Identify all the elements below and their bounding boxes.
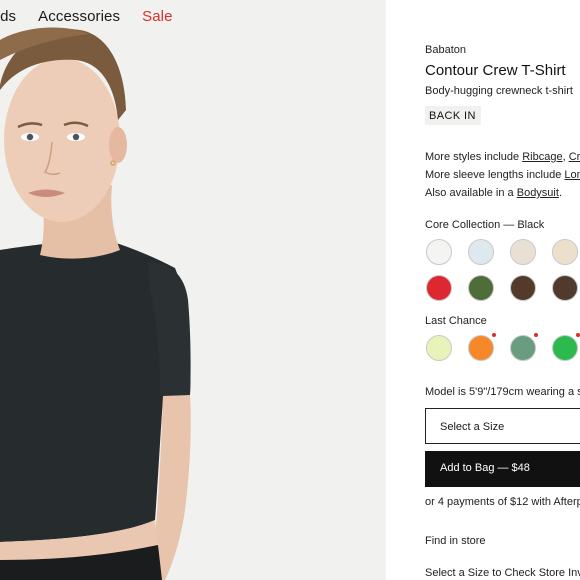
nav-sale-link[interactable]: Sale bbox=[142, 8, 172, 25]
color-swatch[interactable] bbox=[468, 275, 494, 301]
also-available-line: Also available in a Bodysuit. bbox=[425, 187, 562, 199]
low-stock-dot bbox=[534, 333, 538, 337]
more-styles-line: More styles include Ribcage, Crop bbox=[425, 151, 580, 163]
nav-accessories-link[interactable]: Accessories bbox=[38, 8, 120, 25]
low-stock-dot bbox=[492, 333, 496, 337]
color-swatch[interactable] bbox=[426, 335, 452, 361]
color-swatch[interactable] bbox=[426, 275, 452, 301]
sleeve-lengths-line: More sleeve lengths include Long bbox=[425, 169, 580, 181]
color-swatch[interactable] bbox=[426, 239, 452, 265]
model-info: Model is 5'9"/179cm wearing a size S bbox=[425, 386, 580, 398]
color-swatch[interactable] bbox=[552, 275, 578, 301]
nav-brands-link[interactable]: Brands bbox=[0, 8, 16, 25]
product-photo bbox=[0, 0, 386, 580]
product-image-panel: Brands Accessories Sale bbox=[0, 0, 386, 580]
color-swatch[interactable] bbox=[510, 239, 536, 265]
bodysuit-link[interactable]: Bodysuit bbox=[517, 187, 559, 199]
color-swatch[interactable] bbox=[552, 239, 578, 265]
afterpay-info: or 4 payments of $12 with Afterpay bbox=[425, 496, 580, 508]
color-swatch[interactable] bbox=[552, 335, 578, 361]
size-select-label: Select a Size bbox=[440, 421, 505, 433]
long-sleeve-link[interactable]: Long bbox=[564, 169, 580, 181]
ribcage-link[interactable]: Ribcage bbox=[522, 151, 562, 163]
color-swatch[interactable] bbox=[510, 275, 536, 301]
color-swatch[interactable] bbox=[468, 335, 494, 361]
last-chance-label: Last Chance bbox=[425, 315, 487, 327]
product-brand: Babaton bbox=[425, 44, 466, 56]
crop-link[interactable]: Crop bbox=[569, 151, 580, 163]
find-in-store-link[interactable]: Find in store bbox=[425, 535, 486, 547]
product-title: Contour Crew T-Shirt bbox=[425, 62, 566, 79]
add-to-bag-button[interactable]: Add to Bag — $48 bbox=[425, 451, 580, 487]
product-details-panel: Babaton Contour Crew T-Shirt Body-huggin… bbox=[425, 0, 580, 580]
core-collection-label: Core Collection — Black bbox=[425, 219, 545, 231]
back-in-badge: BACK IN bbox=[425, 106, 481, 125]
color-swatch[interactable] bbox=[468, 239, 494, 265]
product-description: Body-hugging crewneck t-shirt bbox=[425, 85, 573, 97]
low-stock-dot bbox=[576, 333, 580, 337]
size-select[interactable]: Select a Size bbox=[425, 408, 580, 444]
color-swatch[interactable] bbox=[510, 335, 536, 361]
top-nav: Brands Accessories Sale bbox=[0, 8, 173, 25]
check-store-inventory: Select a Size to Check Store Inventory bbox=[425, 567, 580, 579]
